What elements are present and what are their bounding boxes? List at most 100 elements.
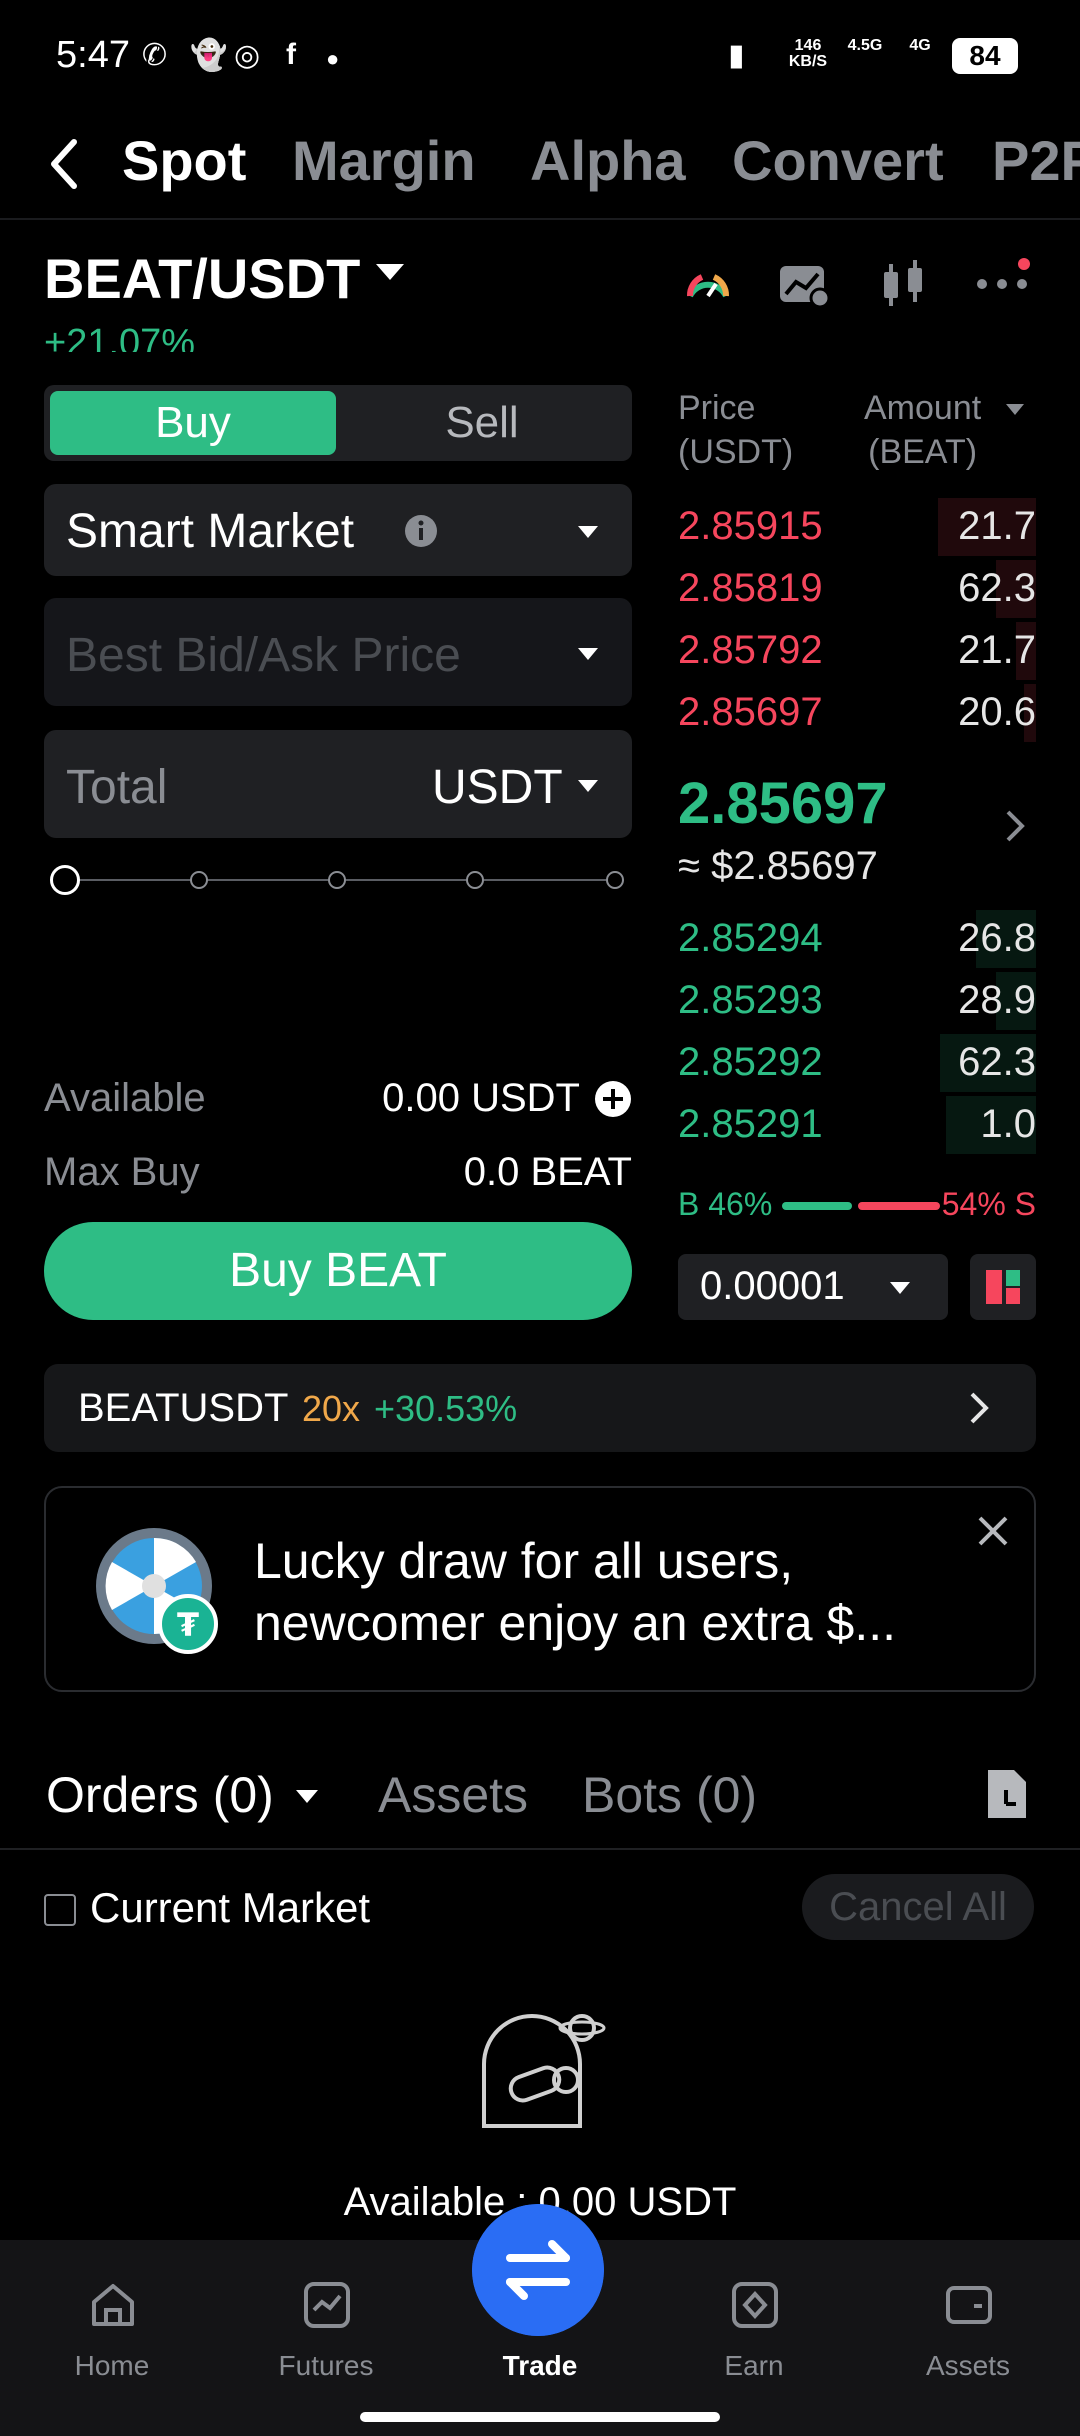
total-label: Total	[66, 761, 168, 814]
add-funds-icon[interactable]	[594, 1080, 632, 1118]
tab-bots[interactable]: Bots (0)	[582, 1766, 757, 1824]
last-price: 2.85697	[678, 771, 888, 836]
wallet-icon	[946, 2286, 992, 2324]
bid-row[interactable]: 2.85292 62.3	[678, 1032, 1036, 1094]
promo-line-2: newcomer enjoy an extra $...	[254, 1595, 896, 1651]
slider-stop[interactable]	[190, 871, 208, 889]
close-icon[interactable]	[976, 1514, 1010, 1548]
ask-row[interactable]: 2.85915 21.7	[678, 496, 1036, 558]
order-type-select[interactable]: Smart Market	[44, 484, 632, 576]
net-speed: 146 KB/S	[788, 37, 828, 70]
bid-price: 2.85294	[678, 916, 823, 960]
total-field[interactable]: Total USDT	[44, 730, 632, 838]
nav-earn-label: Earn	[724, 2350, 784, 2381]
slider-handle[interactable]	[50, 865, 80, 895]
info-icon[interactable]	[404, 514, 438, 548]
pair-dropdown-icon[interactable]	[376, 264, 404, 280]
sell-tab[interactable]: Sell	[338, 391, 626, 455]
vibrate-icon: ▮	[728, 39, 745, 72]
order-history-icon[interactable]	[984, 1766, 1030, 1822]
current-market-label[interactable]: Current Market	[90, 1884, 370, 1932]
cancel-all-button[interactable]: Cancel All	[802, 1874, 1034, 1940]
futures-leverage: 20x	[302, 1388, 361, 1429]
maxbuy-value: 0.0 BEAT	[463, 1150, 632, 1194]
chevron-down-icon	[578, 526, 598, 538]
pair-change: +21.07%	[44, 322, 196, 352]
tab-p2p[interactable]: P2P	[992, 128, 1080, 193]
dot-icon: ●	[326, 46, 340, 71]
tab-assets[interactable]: Assets	[378, 1766, 528, 1824]
buy-submit-button[interactable]: Buy BEAT	[44, 1222, 632, 1320]
tabs-divider	[0, 218, 1080, 220]
tab-margin[interactable]: Margin	[292, 128, 476, 193]
available-label: Available	[44, 1076, 206, 1120]
last-price-fiat: ≈ $2.85697	[678, 844, 878, 888]
status-time: 5:47	[56, 34, 130, 76]
more-icon[interactable]	[974, 256, 1030, 312]
precision-select[interactable]: 0.00001	[678, 1254, 948, 1320]
available-value: 0.00 USDT	[382, 1076, 580, 1120]
price-field[interactable]: Best Bid/Ask Price	[44, 598, 632, 706]
bid-row[interactable]: 2.85293 28.9	[678, 970, 1036, 1032]
candlestick-icon[interactable]	[876, 256, 932, 312]
tab-alpha[interactable]: Alpha	[530, 128, 686, 193]
ask-row[interactable]: 2.85792 21.7	[678, 620, 1036, 682]
tab-spot[interactable]: Spot	[122, 128, 246, 193]
ob-amount-header[interactable]: Amount (BEAT)	[864, 386, 981, 474]
slider-stop[interactable]	[606, 871, 624, 889]
nav-assets-label: Assets	[925, 2350, 1011, 2381]
current-market-checkbox[interactable]	[44, 1894, 76, 1926]
lucky-wheel-icon: ₮	[96, 1528, 218, 1654]
ob-price-header: Price (USDT)	[678, 389, 794, 471]
bid-row[interactable]: 2.85294 26.8	[678, 908, 1036, 970]
buy-tab[interactable]: Buy	[50, 391, 336, 455]
book-layout-icon[interactable]	[970, 1254, 1036, 1320]
futures-link-bar[interactable]: BEATUSDT 20x +30.53%	[44, 1364, 1036, 1452]
ask-row[interactable]: 2.85819 62.3	[678, 558, 1036, 620]
orders-divider	[0, 1848, 1080, 1850]
chevron-down-icon	[578, 780, 598, 792]
tab-orders[interactable]: Orders (0)	[46, 1766, 274, 1824]
futures-icon	[304, 2282, 350, 2328]
promo-banner[interactable]: ₮ Lucky draw for all users, newcomer enj…	[44, 1486, 1036, 1692]
empty-state-illustration	[482, 2014, 606, 2128]
amount-dropdown-icon[interactable]	[1006, 404, 1024, 415]
ask-row[interactable]: 2.85697 20.6	[678, 682, 1036, 744]
buy-sell-toggle: Buy Sell	[44, 385, 632, 461]
back-icon[interactable]	[44, 134, 84, 194]
ask-price: 2.85792	[678, 628, 823, 672]
signal-2-icon: 4G	[909, 37, 931, 54]
chevron-down-icon	[890, 1282, 910, 1294]
pair-symbol[interactable]: BEAT/USDT	[44, 246, 360, 311]
nav-home-label: Home	[74, 2350, 150, 2381]
bid-amount: 1.0	[980, 1102, 1036, 1146]
slider-stop[interactable]	[466, 871, 484, 889]
bid-row[interactable]: 2.85291 1.0	[678, 1094, 1036, 1156]
futures-change: +30.53%	[374, 1388, 518, 1429]
ask-price: 2.85915	[678, 504, 823, 548]
bid-price: 2.85291	[678, 1102, 823, 1146]
orders-dropdown-icon[interactable]	[296, 1790, 318, 1803]
chevron-right-icon	[970, 1392, 989, 1424]
chevron-right-icon[interactable]	[1000, 806, 1030, 846]
chat-icon: ◎	[234, 39, 261, 72]
chart-icon[interactable]	[776, 256, 832, 312]
tab-convert[interactable]: Convert	[732, 128, 944, 193]
snapchat-icon: 👻	[190, 39, 228, 72]
trade-swap-icon[interactable]	[472, 2204, 604, 2336]
home-indicator	[360, 2412, 720, 2422]
ask-amount: 21.7	[958, 628, 1036, 672]
svg-text:₮: ₮	[177, 1606, 199, 1644]
price-placeholder: Best Bid/Ask Price	[66, 629, 461, 682]
facebook-icon: f	[286, 38, 296, 71]
top-tabs: Spot Margin Alpha Convert P2P	[0, 120, 1080, 220]
nav-trade-label: Trade	[502, 2350, 578, 2381]
gauge-icon[interactable]	[680, 256, 736, 312]
sell-ratio-bar	[858, 1202, 940, 1210]
bid-price: 2.85292	[678, 1040, 823, 1084]
total-unit[interactable]: USDT	[432, 760, 563, 815]
amount-slider[interactable]	[50, 865, 632, 895]
precision-value: 0.00001	[700, 1264, 845, 1308]
bid-amount: 62.3	[958, 1040, 1036, 1084]
slider-stop[interactable]	[328, 871, 346, 889]
